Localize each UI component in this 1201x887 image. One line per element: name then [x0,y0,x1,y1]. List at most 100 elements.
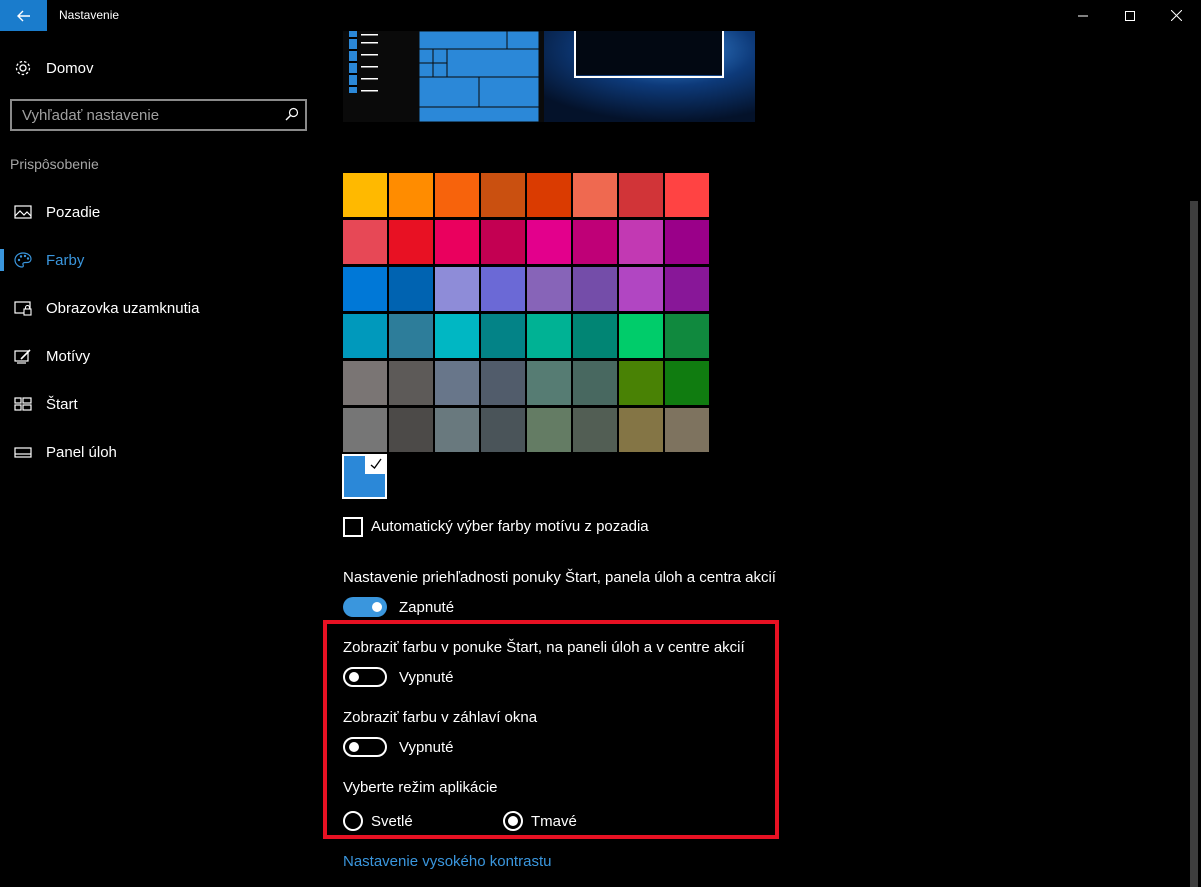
app-mode-dark-label: Tmavé [531,813,577,830]
color-swatch[interactable] [573,220,617,264]
color-swatch[interactable] [527,220,571,264]
color-swatch[interactable] [665,314,709,358]
color-swatch[interactable] [665,361,709,405]
color-swatch[interactable] [619,314,663,358]
color-swatch[interactable] [435,314,479,358]
color-swatch[interactable] [527,361,571,405]
color-swatch[interactable] [389,267,433,311]
color-swatch[interactable] [481,408,525,452]
color-swatch[interactable] [619,408,663,452]
sidebar-item-motivy[interactable]: Motívy [0,336,320,376]
color-swatch[interactable] [481,267,525,311]
color-swatch[interactable] [343,408,387,452]
auto-color-label: Automatický výber farby motívu z pozadia [371,518,649,535]
color-swatch[interactable] [619,361,663,405]
sidebar-item-label: Obrazovka uzamknutia [46,300,200,317]
sidebar-item-obrazovka-uzamknutia[interactable]: Obrazovka uzamknutia [0,288,320,328]
back-button[interactable] [0,0,47,31]
color-swatch[interactable] [343,173,387,217]
color-swatch[interactable] [389,173,433,217]
maximize-button[interactable] [1107,0,1153,31]
transparency-toggle[interactable] [343,597,387,617]
sidebar-item-farby[interactable]: Farby [0,240,320,280]
color-swatch[interactable] [573,408,617,452]
color-swatch[interactable] [343,267,387,311]
color-swatch[interactable] [389,220,433,264]
color-swatch[interactable] [619,267,663,311]
auto-color-checkbox[interactable] [343,517,363,537]
gear-icon [15,60,31,76]
color-swatch[interactable] [573,361,617,405]
color-swatch[interactable] [665,173,709,217]
sidebar-item-label: Štart [46,396,78,413]
sidebar-item-pozadie[interactable]: Pozadie [0,192,320,232]
toggle-knob [349,672,359,682]
section-label: Prispôsobenie [10,156,99,172]
color-swatch[interactable] [665,220,709,264]
color-swatch[interactable] [435,361,479,405]
picture-icon [14,205,32,219]
color-swatch[interactable] [481,173,525,217]
color-swatch[interactable] [573,267,617,311]
color-swatch[interactable] [665,267,709,311]
color-swatch[interactable] [665,408,709,452]
show-color-title-label: Zobraziť farbu v záhlaví okna [343,709,538,726]
checkmark-icon [370,458,382,469]
color-swatch[interactable] [481,361,525,405]
color-swatch[interactable] [527,408,571,452]
active-indicator [0,249,4,271]
themes-icon [14,349,31,364]
search-icon[interactable] [285,107,299,121]
sidebar-item-start[interactable]: Štart [0,384,320,424]
scrollbar-thumb[interactable] [1190,201,1198,887]
color-swatch[interactable] [435,220,479,264]
scrollbar[interactable] [1186,31,1200,887]
sidebar: Domov Prispôsobenie Pozadie Farby [0,31,320,887]
color-swatch[interactable] [481,314,525,358]
color-swatch[interactable] [619,173,663,217]
show-color-title-toggle[interactable] [343,737,387,757]
transparency-label: Nastavenie priehľadnosti ponuky Štart, p… [343,569,776,586]
back-arrow-icon [16,10,30,21]
search-box[interactable] [10,99,307,131]
color-swatch[interactable] [573,173,617,217]
title-bar: Nastavenie [0,0,1201,31]
color-swatch[interactable] [343,220,387,264]
sidebar-item-panel-uloh[interactable]: Panel úloh [0,432,320,472]
theme-preview-image [343,31,755,122]
show-color-start-toggle[interactable] [343,667,387,687]
sidebar-item-label: Panel úloh [46,444,117,461]
color-swatch[interactable] [343,361,387,405]
theme-preview [343,31,755,122]
app-mode-dark-radio[interactable] [503,811,523,831]
high-contrast-link[interactable]: Nastavenie vysokého kontrastu [343,853,551,870]
toggle-knob [372,602,382,612]
selected-corner [365,454,387,474]
color-swatch[interactable] [527,314,571,358]
color-swatch[interactable] [435,173,479,217]
color-swatch[interactable] [389,314,433,358]
home-nav-item[interactable]: Domov [0,53,320,83]
color-swatch[interactable] [573,314,617,358]
color-swatch[interactable] [527,173,571,217]
custom-color-swatch[interactable] [342,454,387,499]
start-icon [14,397,32,411]
window-title: Nastavenie [59,8,120,22]
sidebar-item-label: Pozadie [46,204,101,221]
toggle-knob [349,742,359,752]
color-swatch[interactable] [435,267,479,311]
close-button[interactable] [1153,0,1199,31]
color-swatch[interactable] [389,408,433,452]
show-color-title-state: Vypnuté [399,739,454,756]
color-swatch[interactable] [619,220,663,264]
app-mode-light-radio[interactable] [343,811,363,831]
show-color-start-state: Vypnuté [399,669,454,686]
color-swatch[interactable] [435,408,479,452]
color-swatch[interactable] [527,267,571,311]
search-input[interactable] [12,101,282,129]
color-swatch[interactable] [481,220,525,264]
transparency-state: Zapnuté [399,599,455,616]
color-swatch[interactable] [389,361,433,405]
minimize-button[interactable] [1060,0,1106,31]
color-swatch[interactable] [343,314,387,358]
